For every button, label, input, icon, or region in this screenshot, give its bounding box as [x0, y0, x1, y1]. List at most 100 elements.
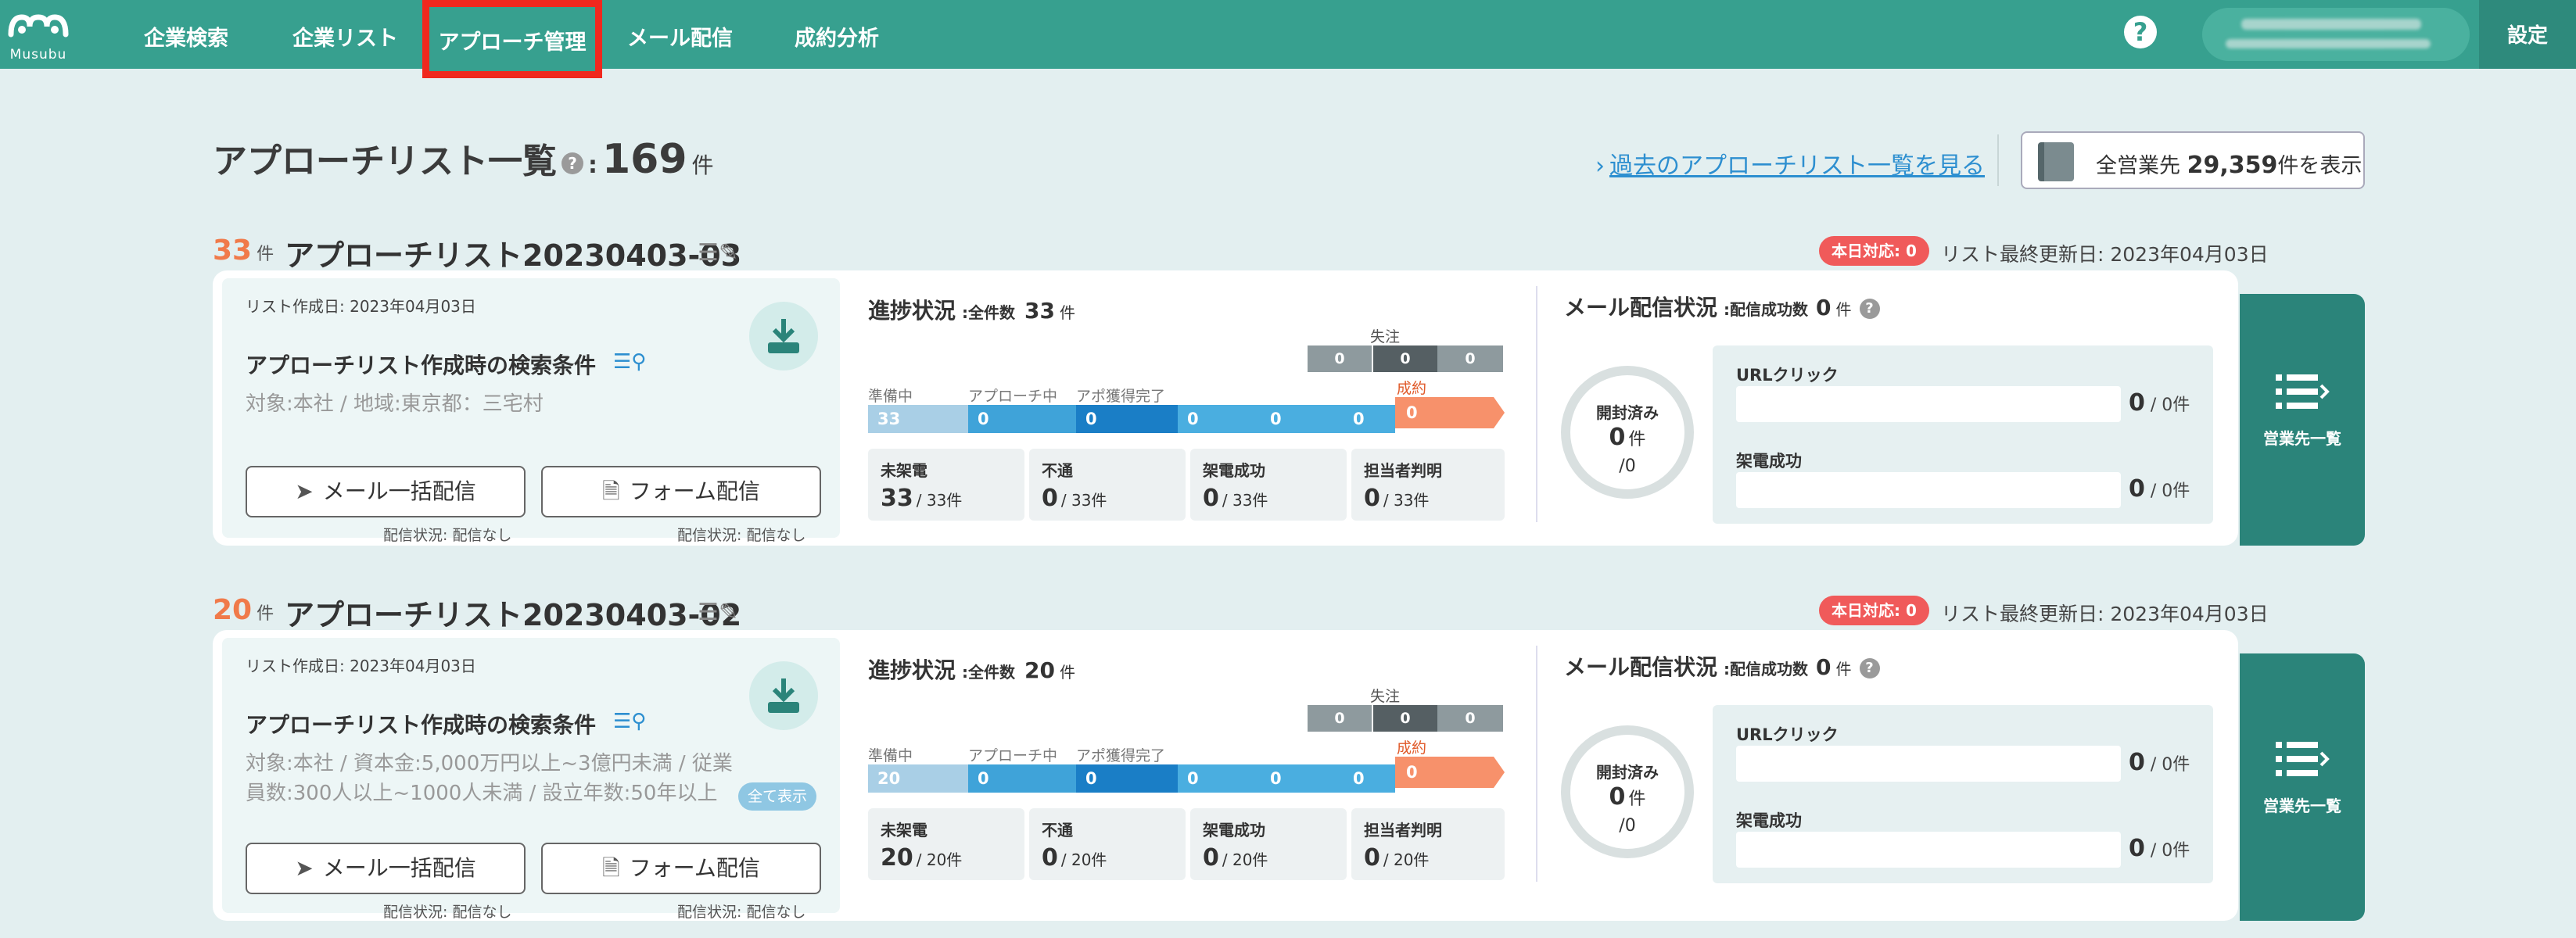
contract-bar[interactable]: 0 — [1395, 397, 1505, 428]
stat-box[interactable]: 架電成功 0/ 20件 — [1190, 808, 1347, 880]
mail-title-text: メール配信状況 — [1564, 295, 1718, 320]
stage-bar[interactable]: 0 — [968, 405, 1076, 433]
list-created-date: リスト作成日: 2023年04月03日 — [246, 657, 476, 675]
help-icon[interactable]: ? — [1859, 299, 1880, 319]
bulk-mail-button[interactable]: ➤ メール一括配信 — [246, 466, 526, 517]
url-click-bar — [1736, 386, 2121, 422]
list-title[interactable]: アプローチリスト20230403-03 — [285, 231, 741, 274]
mail-delivery-status: 配信状況: 配信なし — [383, 904, 512, 921]
stage-bar[interactable]: 0 — [1178, 405, 1261, 433]
settings-button[interactable]: 設定 — [2479, 0, 2576, 69]
lost-segment[interactable]: 0 — [1437, 345, 1503, 372]
download-button[interactable] — [749, 302, 818, 371]
opened-count: 0件 — [1570, 424, 1684, 451]
stage-bar[interactable]: 0 — [968, 764, 1076, 793]
form-delivery-label: フォーム配信 — [629, 855, 760, 881]
call-success-value: 0 / 0件 — [2129, 835, 2190, 862]
stat-box[interactable]: 担当者判明 0/ 33件 — [1351, 449, 1505, 521]
user-account-pill[interactable] — [2202, 8, 2470, 61]
call-success-value: 0 / 0件 — [2129, 475, 2190, 503]
stage-bar[interactable]: 0 — [1076, 764, 1178, 793]
stat-value: 0/ 20件 — [1203, 844, 1268, 872]
stat-box[interactable]: 不通 0/ 33件 — [1029, 449, 1186, 521]
list-search-icon[interactable]: ☰⚲ — [613, 350, 646, 374]
stat-value: 33/ 33件 — [881, 485, 962, 512]
nav-mail-delivery[interactable]: メール配信 — [627, 0, 733, 69]
stat-box[interactable]: 担当者判明 0/ 20件 — [1351, 808, 1505, 880]
download-icon — [768, 678, 799, 713]
lead-list-nav-button[interactable]: 営業先一覧 — [2240, 294, 2365, 546]
stage-bar[interactable]: 0 — [1344, 405, 1395, 433]
document-icon: 🗎 — [602, 478, 620, 504]
nav-approach-management[interactable]: アプローチ管理 — [422, 0, 602, 78]
call-success-number: 0 — [2129, 835, 2145, 862]
stat-denominator: / 20件 — [1383, 850, 1430, 869]
nav-company-search[interactable]: 企業検索 — [144, 0, 228, 69]
search-conditions-panel: リスト作成日: 2023年04月03日 アプローチリスト作成時の検索条件 ☰⚲ … — [222, 278, 840, 544]
past-lists-link[interactable]: › 過去のアプローチリスト一覧を見る — [1595, 146, 1985, 181]
user-name-redacted — [2241, 19, 2421, 30]
download-button[interactable] — [749, 661, 818, 730]
list-count: 20 件 — [213, 594, 274, 626]
url-click-label: URLクリック — [1736, 366, 1839, 385]
bulk-mail-button[interactable]: ➤ メール一括配信 — [246, 843, 526, 894]
stat-label: 未架電 — [881, 461, 927, 480]
show-all-leads-button[interactable]: 全営業先 29,359件を表示 — [2021, 131, 2365, 189]
list-count-number: 33 — [213, 234, 253, 267]
stage-bar[interactable]: 0 — [1261, 764, 1344, 793]
form-delivery-status: 配信状況: 配信なし — [677, 904, 806, 921]
stat-box[interactable]: 未架電 33/ 33件 — [868, 449, 1024, 521]
total-count-unit: 件 — [691, 152, 714, 178]
chevron-right-icon: › — [1595, 152, 1605, 180]
lost-segment[interactable]: 0 — [1308, 705, 1372, 732]
edit-list-icon[interactable]: ☰✎ — [698, 239, 738, 267]
lost-label: 失注 — [1370, 328, 1401, 345]
lost-segment[interactable]: 0 — [1373, 705, 1437, 732]
stat-label: 担当者判明 — [1364, 821, 1442, 840]
show-all-conditions-button[interactable]: 全て表示 — [738, 782, 817, 811]
progress-sub: :全件数 — [962, 663, 1016, 682]
lead-list-nav-button[interactable]: 営業先一覧 — [2240, 653, 2365, 921]
lost-segment[interactable]: 0 — [1437, 705, 1503, 732]
contract-label: 成約 — [1397, 380, 1427, 397]
url-click-den: / 0件 — [2144, 396, 2190, 415]
stat-box[interactable]: 不通 0/ 20件 — [1029, 808, 1186, 880]
list-search-icon[interactable]: ☰⚲ — [613, 710, 646, 733]
search-conditions-text: 対象:本社 / 地域:東京都：三宅村 — [246, 392, 544, 416]
stage-bar[interactable]: 20 — [868, 764, 968, 793]
form-delivery-button[interactable]: 🗎 フォーム配信 — [541, 466, 821, 517]
mail-title-text: メール配信状況 — [1564, 654, 1718, 680]
contract-bar[interactable]: 0 — [1395, 757, 1505, 788]
opened-total: /0 — [1619, 816, 1636, 836]
help-icon[interactable]: ? — [2124, 16, 2157, 48]
list-title[interactable]: アプローチリスト20230403-02 — [285, 591, 741, 634]
lost-label: 失注 — [1370, 688, 1401, 705]
stage-bar[interactable]: 0 — [1344, 764, 1395, 793]
progress-title: 進捗状況:全件数 20 件 — [868, 653, 1075, 685]
list-created-date: リスト作成日: 2023年04月03日 — [246, 297, 476, 316]
lost-segment[interactable]: 0 — [1308, 345, 1372, 372]
stage-label: アポ獲得完了 — [1076, 747, 1166, 764]
mail-metrics-box: URLクリック 0 / 0件 架電成功 0 / 0件 — [1713, 705, 2213, 883]
stat-number: 20 — [881, 844, 913, 872]
nav-company-list[interactable]: 企業リスト — [292, 0, 398, 69]
stat-value: 0/ 33件 — [1203, 485, 1268, 512]
stat-box[interactable]: 未架電 20/ 20件 — [868, 808, 1024, 880]
lost-segment[interactable]: 0 — [1373, 345, 1437, 372]
stage-bar[interactable]: 33 — [868, 405, 968, 433]
edit-list-icon[interactable]: ☰✎ — [698, 599, 738, 626]
stat-box[interactable]: 架電成功 0/ 33件 — [1190, 449, 1347, 521]
stage-bar[interactable]: 0 — [1076, 405, 1178, 433]
help-icon[interactable]: ? — [561, 152, 583, 174]
stage-label: アプローチ中 — [968, 388, 1058, 405]
stage-bar[interactable]: 0 — [1261, 405, 1344, 433]
stage-bar[interactable]: 0 — [1178, 764, 1261, 793]
lost-bar: 000 — [1308, 345, 1503, 372]
nav-contract-analysis[interactable]: 成約分析 — [795, 0, 879, 69]
form-delivery-button[interactable]: 🗎 フォーム配信 — [541, 843, 821, 894]
section-divider — [1536, 286, 1537, 522]
musubu-logo[interactable]: Musubu — [6, 11, 70, 63]
stat-number: 0 — [1364, 844, 1380, 872]
help-icon[interactable]: ? — [1859, 658, 1880, 678]
search-conditions-title: アプローチリスト作成時の検索条件 — [246, 712, 597, 738]
